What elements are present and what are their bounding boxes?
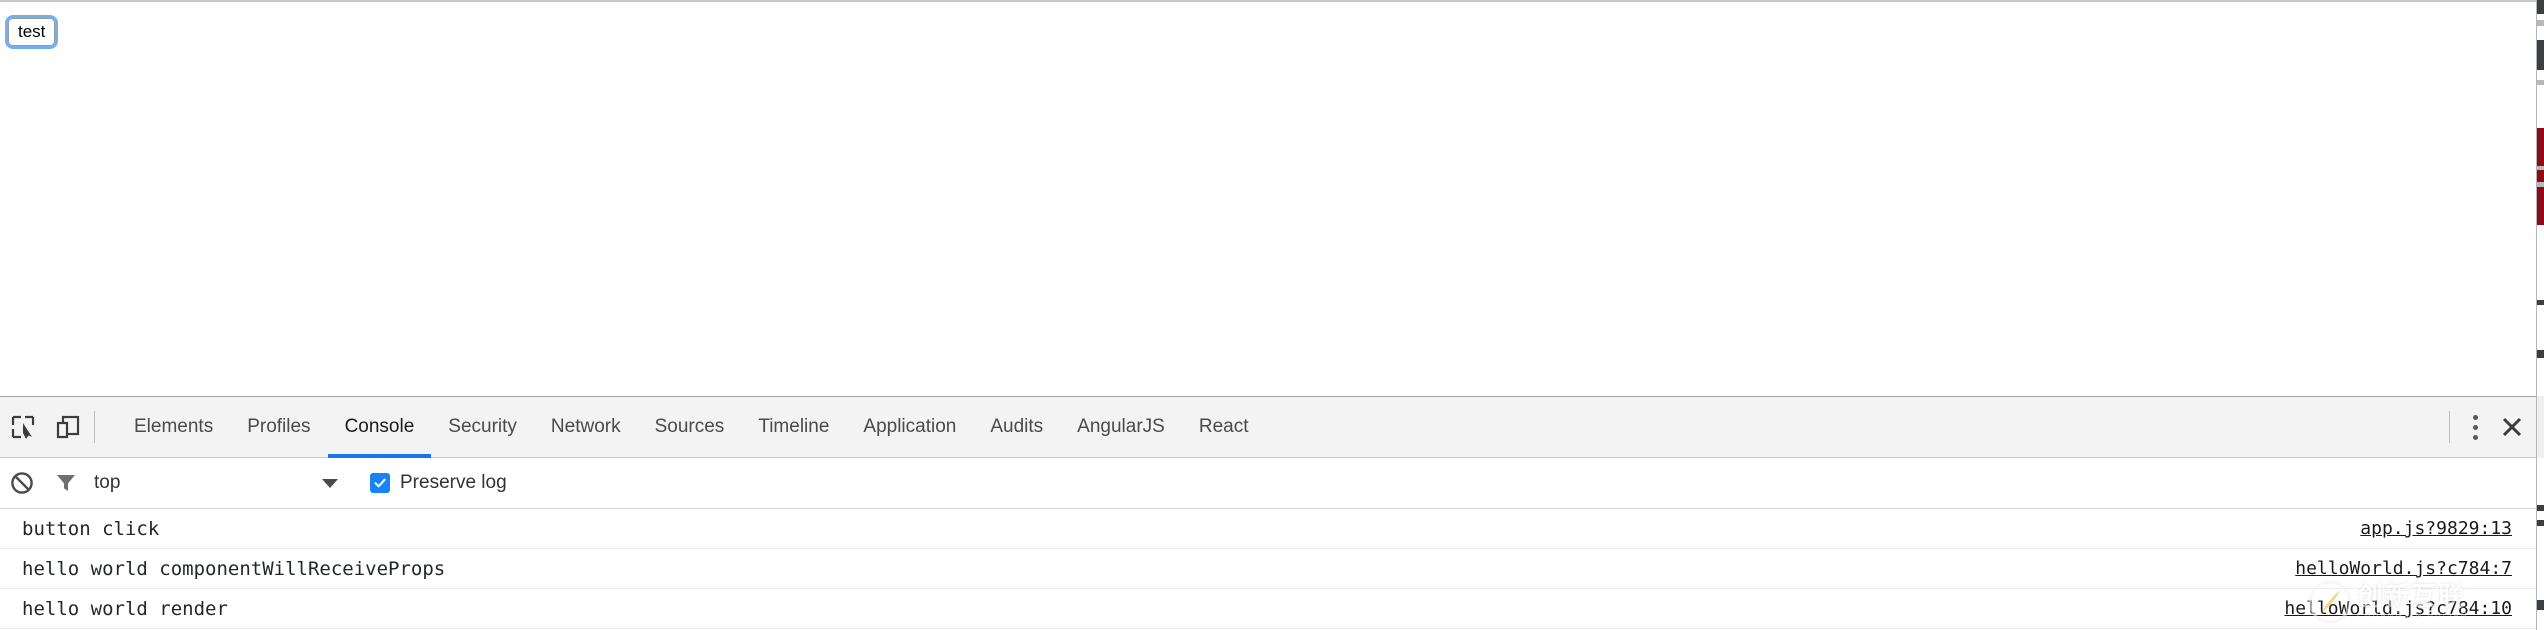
tab-audits[interactable]: Audits: [973, 397, 1060, 457]
tab-label: Application: [863, 416, 957, 437]
inspect-element-icon[interactable]: [0, 397, 45, 457]
console-message-row[interactable]: button click app.js?9829:13: [0, 509, 2536, 549]
edge-fragment: [2537, 20, 2544, 26]
more-options-icon[interactable]: [2462, 412, 2488, 442]
chevron-down-icon: [322, 478, 338, 488]
preserve-log-label: Preserve log: [400, 472, 507, 493]
test-button[interactable]: test: [4, 15, 59, 49]
tab-application[interactable]: Application: [846, 397, 973, 457]
console-message-row[interactable]: hello world componentWillReceiveProps he…: [0, 549, 2536, 589]
browser-page-viewport: test: [0, 0, 2536, 396]
edge-fragment: [2537, 128, 2544, 166]
console-message-text: hello world componentWillReceiveProps: [22, 557, 446, 580]
tab-network[interactable]: Network: [534, 397, 638, 457]
console-message-text: hello world render: [22, 597, 228, 620]
console-source-link[interactable]: helloWorld.js?c784:7: [2295, 558, 2512, 579]
tab-label: Timeline: [758, 416, 830, 437]
preserve-log-checkbox[interactable]: Preserve log: [370, 472, 507, 494]
edge-fragment: [2537, 40, 2544, 70]
edge-fragment: [2537, 300, 2544, 305]
console-context-select[interactable]: top: [94, 472, 344, 494]
toolbar-divider: [94, 411, 95, 443]
console-message-text: button click: [22, 517, 160, 540]
tab-label: Console: [344, 416, 415, 437]
tab-label: AngularJS: [1077, 416, 1165, 437]
tab-elements[interactable]: Elements: [117, 397, 230, 457]
tab-label: Security: [448, 416, 517, 437]
toolbar-divider: [2449, 411, 2450, 443]
console-source-link[interactable]: helloWorld.js?c784:10: [2284, 598, 2512, 619]
device-toolbar-icon[interactable]: [45, 397, 90, 457]
edge-fragment: [2537, 80, 2544, 85]
clear-console-icon[interactable]: [0, 471, 44, 495]
tab-sources[interactable]: Sources: [638, 397, 742, 457]
tab-security[interactable]: Security: [431, 397, 534, 457]
edge-fragment: [2537, 396, 2544, 458]
devtools-toolbar-right: [2445, 397, 2536, 457]
tab-angularjs[interactable]: AngularJS: [1060, 397, 1182, 457]
tab-label: Audits: [990, 416, 1044, 437]
close-icon[interactable]: [2488, 403, 2536, 451]
tab-label: Network: [550, 416, 621, 437]
tab-label: Sources: [654, 416, 725, 437]
tab-profiles[interactable]: Profiles: [230, 397, 327, 457]
checkbox-checked-icon: [370, 473, 390, 493]
tab-label: React: [1198, 416, 1249, 437]
tab-timeline[interactable]: Timeline: [741, 397, 846, 457]
edge-fragment: [2537, 350, 2544, 358]
console-message-list: button click app.js?9829:13 hello world …: [0, 509, 2536, 629]
edge-fragment: [2537, 520, 2544, 526]
edge-fragment: [2537, 505, 2544, 511]
console-context-value: top: [94, 472, 121, 493]
filter-icon[interactable]: [44, 471, 88, 495]
devtools-tab-strip: Elements Profiles Console Security Netwo…: [117, 397, 1266, 458]
tab-console[interactable]: Console: [327, 397, 432, 458]
devtools-panel: Elements Profiles Console Security Netwo…: [0, 396, 2536, 630]
console-message-row[interactable]: hello world render helloWorld.js?c784:10: [0, 589, 2536, 629]
edge-fragment: [2537, 170, 2544, 182]
tab-label: Profiles: [247, 416, 311, 437]
devtools-toolbar: Elements Profiles Console Security Netwo…: [0, 397, 2536, 458]
tab-react[interactable]: React: [1182, 397, 1266, 457]
page-right-edge-strip: [2536, 0, 2544, 630]
console-source-link[interactable]: app.js?9829:13: [2360, 518, 2512, 539]
console-filter-bar: top Preserve log: [0, 458, 2536, 509]
edge-fragment: [2537, 187, 2544, 225]
tab-label: Elements: [134, 416, 214, 437]
edge-fragment: [2537, 0, 2544, 14]
edge-fragment: [2537, 600, 2544, 610]
